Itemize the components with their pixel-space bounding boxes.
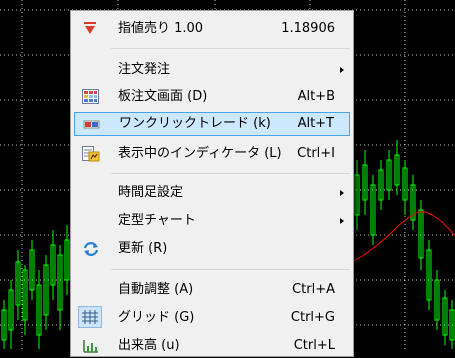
menu-item-order[interactable]: 注文発注 xyxy=(74,58,350,82)
menu-item-label: 表示中のインディケータ (L) xyxy=(118,146,282,161)
menu-item-refresh[interactable]: 更新 (R) xyxy=(74,237,350,261)
menu-item-sell-limit[interactable]: 指値売り 1.00 1.18906 xyxy=(74,17,350,41)
menu-item-shortcut: Ctrl+I xyxy=(297,146,335,161)
one-click-trading-icon xyxy=(83,117,101,133)
menu-item-templates[interactable]: 定型チャート xyxy=(74,209,350,233)
menu-item-label: 更新 (R) xyxy=(118,241,168,256)
context-menu: 指値売り 1.00 1.18906 注文発注 板注文画面 (D) Alt+B ワ… xyxy=(70,10,354,357)
submenu-arrow-icon xyxy=(340,218,344,224)
indicators-list-icon xyxy=(82,146,100,162)
menu-separator xyxy=(111,48,350,49)
menu-item-label: 自動調整 (A) xyxy=(118,282,194,297)
submenu-arrow-icon xyxy=(340,67,344,73)
menu-item-auto-scroll[interactable]: 自動調整 (A) Ctrl+A xyxy=(74,278,350,302)
menu-item-shortcut: Ctrl+G xyxy=(290,310,335,325)
menu-item-price: 1.18906 xyxy=(281,21,335,36)
menu-item-label: 板注文画面 (D) xyxy=(118,89,208,104)
menu-separator xyxy=(111,173,350,174)
volume-icon xyxy=(82,338,100,354)
menu-item-timeframes[interactable]: 時間足設定 xyxy=(74,181,350,205)
sell-arrow-icon xyxy=(82,21,100,37)
menu-item-shortcut: Ctrl+L xyxy=(293,338,335,353)
menu-item-indicators-list[interactable]: 表示中のインディケータ (L) Ctrl+I xyxy=(74,142,350,166)
menu-separator xyxy=(111,269,350,270)
menu-item-one-click-trading[interactable]: ワンクリックトレード (k) Alt+T xyxy=(74,112,350,136)
submenu-arrow-icon xyxy=(340,190,344,196)
menu-item-label: 出来高 (u) xyxy=(118,338,180,353)
menu-item-shortcut: Alt+B xyxy=(297,89,335,104)
menu-item-label: 指値売り 1.00 xyxy=(118,21,204,36)
menu-item-label: 注文発注 xyxy=(118,62,171,77)
menu-item-shortcut: Alt+T xyxy=(297,116,334,131)
menu-item-volume[interactable]: 出来高 (u) Ctrl+L xyxy=(74,334,350,358)
menu-item-label: 定型チャート xyxy=(118,213,196,228)
menu-item-grid[interactable]: グリッド (G) Ctrl+G xyxy=(74,306,350,330)
grid-icon xyxy=(78,306,102,328)
menu-item-label: グリッド (G) xyxy=(118,310,195,325)
menu-item-depth-of-market[interactable]: 板注文画面 (D) Alt+B xyxy=(74,85,350,109)
refresh-icon xyxy=(82,241,100,257)
menu-item-label: 時間足設定 xyxy=(118,185,184,200)
depth-of-market-icon xyxy=(82,89,100,105)
menu-item-label: ワンクリックトレード (k) xyxy=(119,116,271,131)
menu-item-shortcut: Ctrl+A xyxy=(292,282,335,297)
